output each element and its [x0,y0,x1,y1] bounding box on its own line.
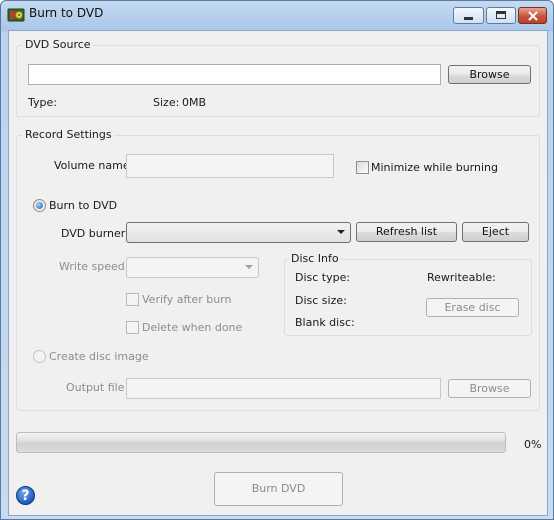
disc-type-label: Disc type: [295,271,351,284]
dvd-source-group-label: DVD Source [23,38,93,51]
blank-disc-label: Blank disc: [295,316,355,329]
size-value: 0MB [182,96,207,109]
record-settings-group-label: Record Settings [23,128,114,141]
burn-dvd-button[interactable]: Burn DVD [214,472,343,506]
output-file-label: Output file [66,381,125,394]
close-icon [528,11,538,21]
create-disc-image-label: Create disc image [49,350,149,363]
write-speed-dropdown[interactable] [126,257,259,278]
dvd-burner-chevron-down-icon [337,230,345,234]
refresh-list-button[interactable]: Refresh list [356,222,457,242]
dvd-burner-dropdown[interactable] [126,222,351,243]
close-button[interactable] [518,7,547,24]
minimize-while-burning-checkbox[interactable] [356,161,369,174]
burn-to-dvd-label: Burn to DVD [49,199,118,212]
title-bar[interactable]: Burn to DVD [1,1,553,29]
write-speed-label: Write speed [59,260,125,273]
disc-info-group-label: Disc Info [289,252,341,265]
delete-when-done-label: Delete when done [142,321,243,334]
progress-percent: 0% [524,438,542,451]
verify-after-burn-label: Verify after burn [142,293,232,306]
browse-output-button[interactable]: Browse [448,379,531,398]
erase-disc-button[interactable]: Erase disc [426,298,519,317]
delete-when-done-checkbox[interactable] [126,321,139,334]
burn-to-dvd-window: Burn to DVD DVD Source Browse Type: Size… [0,0,554,520]
minimize-icon [464,17,473,20]
burn-progress-bar [16,432,506,453]
volume-name-label: Volume name [54,159,130,172]
create-disc-image-radio[interactable] [33,350,46,363]
output-file-input[interactable] [126,378,441,399]
window-title: Burn to DVD [29,6,104,20]
type-label: Type: [28,96,57,109]
minimize-button[interactable] [453,7,484,24]
minimize-while-burning-label: Minimize while burning [371,161,498,174]
app-icon [7,8,25,22]
write-speed-chevron-down-icon [245,265,253,269]
browse-source-button[interactable]: Browse [448,65,531,84]
disc-size-label: Disc size: [295,294,347,307]
help-icon[interactable]: ? [16,486,35,505]
dvd-burner-label: DVD burner [61,227,126,240]
dialog-body: DVD Source Browse Type: Size: 0MB Record… [8,30,548,516]
volume-name-input[interactable] [126,154,334,178]
size-label: Size: [153,96,180,109]
rewriteable-label: Rewriteable: [427,271,496,284]
dvd-source-path-input[interactable] [28,64,441,85]
verify-after-burn-checkbox[interactable] [126,293,139,306]
eject-button[interactable]: Eject [462,222,529,242]
maximize-icon [496,11,506,19]
maximize-button[interactable] [486,7,516,24]
burn-to-dvd-radio[interactable] [33,199,46,212]
